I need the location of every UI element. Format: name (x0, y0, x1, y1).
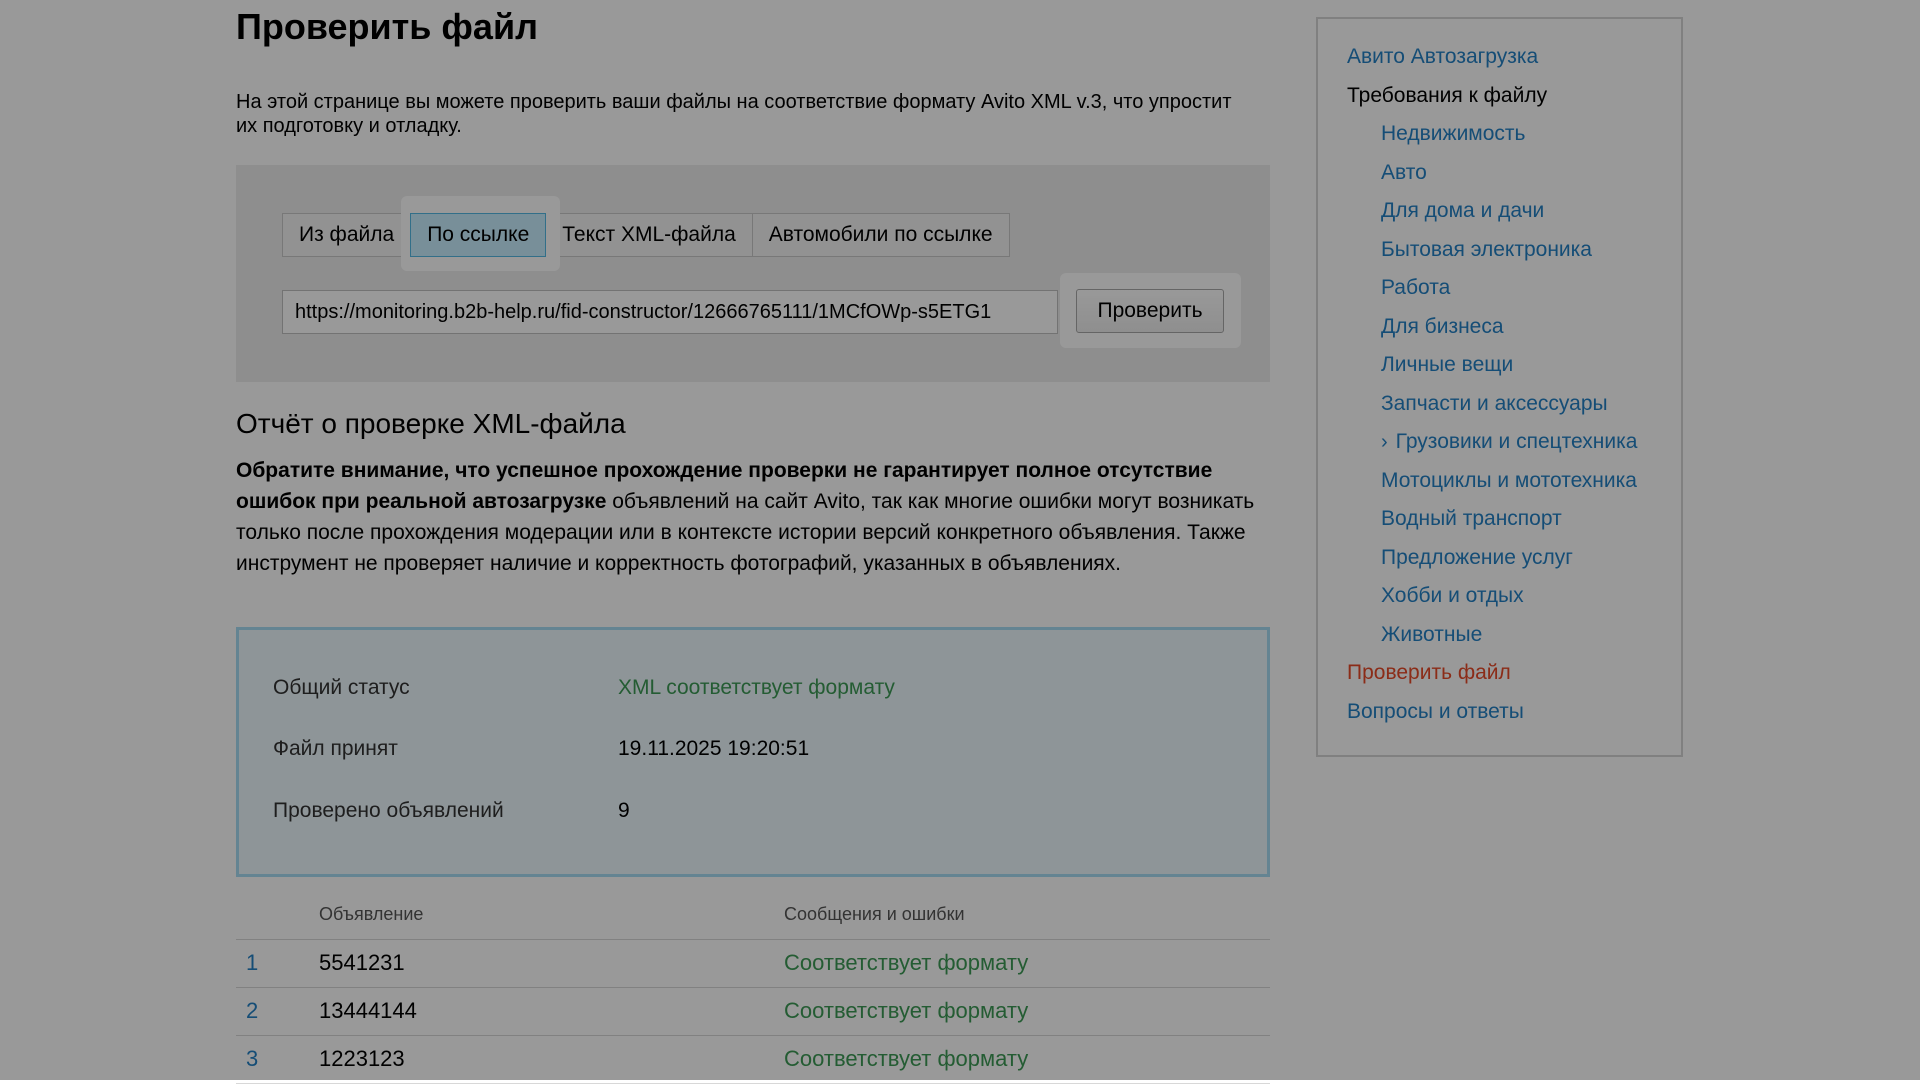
row-message: Соответствует формату (784, 998, 1029, 1023)
sidebar-item-jobs[interactable]: Работа (1381, 274, 1450, 302)
sidebar-item-hobby[interactable]: Хобби и отдых (1381, 582, 1524, 610)
sidebar-item-business[interactable]: Для бизнеса (1381, 313, 1504, 341)
sidebar-item-faq[interactable]: Вопросы и ответы (1347, 698, 1524, 726)
check-panel: Из файла По ссылке Текст XML-файла Автом… (236, 165, 1270, 382)
intro-text: На этой странице вы можете проверить ваш… (236, 91, 1232, 137)
status-accepted-value: 19.11.2025 19:20:51 (618, 737, 810, 760)
sidebar-item-trucks-label: Грузовики и спецтехника (1395, 430, 1638, 453)
sidebar-item-services[interactable]: Предложение услуг (1381, 544, 1573, 572)
sidebar-item-realty[interactable]: Недвижимость (1381, 120, 1525, 148)
row-number-link[interactable]: 3 (246, 1046, 258, 1072)
sidebar-item-file-requirements: Требования к файлу (1347, 84, 1548, 107)
table-row: 2 13444144 Соответствует формату (236, 988, 1270, 1036)
sidebar-item-animals[interactable]: Животные (1381, 621, 1482, 649)
source-tabs: Из файла По ссылке Текст XML-файла Автом… (282, 213, 1010, 257)
report-title: Отчёт о проверке XML-файла (236, 408, 626, 439)
sidebar-item-electronics[interactable]: Бытовая электроника (1381, 236, 1592, 264)
sidebar-item-parts[interactable]: Запчасти и аксессуары (1381, 390, 1608, 418)
status-checked-label: Проверено объявлений (273, 799, 504, 822)
sidebar-item-avito-autoload[interactable]: Авито Автозагрузка (1347, 43, 1538, 71)
notice-text: Обратите внимание, что успешное прохожде… (236, 455, 1270, 579)
row-message: Соответствует формату (784, 950, 1029, 975)
sidebar-item-water[interactable]: Водный транспорт (1381, 505, 1562, 533)
sidebar-item-personal[interactable]: Личные вещи (1381, 351, 1513, 379)
table-row: 3 1223123 Соответствует формату (236, 1036, 1270, 1084)
check-button[interactable]: Проверить (1076, 289, 1224, 333)
sidebar-item-moto[interactable]: Мотоциклы и мототехника (1381, 467, 1637, 495)
col-header-messages: Сообщения и ошибки (784, 904, 965, 924)
col-header-ad: Объявление (319, 904, 424, 924)
status-checked-value: 9 (618, 799, 630, 822)
row-message: Соответствует формату (784, 1046, 1029, 1071)
url-input[interactable] (282, 290, 1058, 334)
row-number-link[interactable]: 1 (246, 950, 258, 976)
chevron-right-icon: › (1381, 431, 1388, 453)
row-ad-id: 1223123 (319, 1046, 405, 1071)
sidebar-item-check-file[interactable]: Проверить файл (1347, 659, 1511, 687)
table-row: 1 5541231 Соответствует формату (236, 940, 1270, 988)
results-table: Объявление Сообщения и ошибки 1 5541231 … (236, 888, 1270, 1084)
status-box: Общий статус XML соответствует формату Ф… (236, 627, 1270, 877)
row-number-link[interactable]: 2 (246, 998, 258, 1024)
tab-by-link[interactable]: По ссылке (410, 213, 547, 257)
tab-cars-by-link[interactable]: Автомобили по ссылке (751, 213, 1010, 257)
status-accepted-label: Файл принят (273, 737, 398, 760)
results-header: Объявление Сообщения и ошибки (236, 888, 1270, 940)
status-overall-label: Общий статус (273, 676, 410, 699)
sidebar-item-home-garden[interactable]: Для дома и дачи (1381, 197, 1544, 225)
page-title: Проверить файл (236, 6, 538, 47)
sidebar-item-auto[interactable]: Авто (1381, 159, 1427, 187)
status-overall-value: XML соответствует формату (618, 676, 895, 699)
tab-from-file[interactable]: Из файла (282, 213, 412, 257)
row-ad-id: 5541231 (319, 950, 405, 975)
tab-xml-text[interactable]: Текст XML-файла (545, 213, 753, 257)
sidebar-item-trucks[interactable]: › Грузовики и спецтехника (1381, 428, 1637, 456)
row-ad-id: 13444144 (319, 998, 417, 1023)
sidebar-nav: Авито Автозагрузка Требования к файлу Не… (1316, 17, 1683, 757)
